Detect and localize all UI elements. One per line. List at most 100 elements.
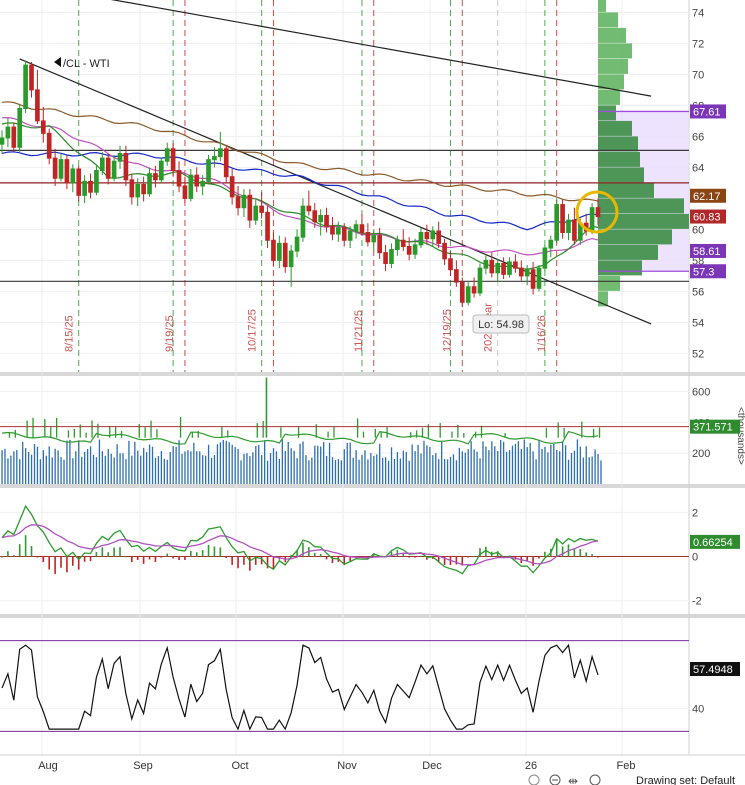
volume-bar — [544, 446, 546, 484]
candle-body — [300, 205, 306, 238]
volume-bar — [258, 444, 260, 484]
volume-bar-spike — [463, 433, 465, 438]
volume-bar — [417, 444, 419, 484]
volume-bar — [51, 457, 53, 484]
candle-body — [170, 148, 176, 172]
volume-bar — [582, 457, 584, 484]
macd-histogram-bar — [467, 556, 469, 558]
candle-body — [123, 152, 129, 181]
candle-body — [518, 267, 524, 277]
price-panel[interactable] — [0, 0, 689, 372]
volume-bar — [299, 443, 301, 484]
volume-bar — [323, 442, 325, 484]
volume-bar — [346, 442, 348, 484]
volume-bar — [570, 452, 573, 484]
volume-profile-bar — [598, 120, 632, 136]
macd-histogram-bar — [219, 547, 222, 557]
volume-bar-spike — [144, 427, 146, 438]
volume-bar — [249, 456, 251, 484]
volume-axis-tick: 200 — [692, 448, 710, 460]
indicator-value-tag: 371.571 — [693, 422, 733, 434]
volume-bar — [373, 455, 375, 484]
volume-bar — [488, 450, 490, 484]
volume-bar — [576, 439, 579, 484]
volume-bar — [210, 458, 213, 484]
price-tag: 67.61 — [693, 106, 721, 118]
volume-bar — [514, 443, 517, 484]
volume-bar — [228, 442, 230, 484]
volume-bar — [535, 459, 537, 484]
volume-bar — [541, 448, 543, 484]
volume-bar — [302, 441, 304, 484]
macd-histogram-bar — [190, 550, 192, 557]
volume-bar — [482, 441, 484, 484]
macd-histogram-bar — [7, 551, 9, 557]
panel-divider[interactable] — [0, 484, 745, 488]
price-tag: 62.17 — [693, 191, 721, 203]
volume-bar — [39, 459, 42, 484]
volume-axis-tick: 600 — [692, 386, 710, 398]
volume-bar — [408, 460, 410, 484]
candle-body — [318, 214, 323, 223]
macd-histogram-bar — [579, 548, 582, 557]
macd-histogram-bar — [184, 556, 186, 560]
volume-bar — [325, 455, 328, 484]
candle-body — [548, 239, 554, 249]
volume-bar — [393, 458, 396, 484]
volume-profile-bar — [598, 167, 644, 183]
volume-bar-spike — [32, 417, 34, 438]
price-axis-tick: 54 — [692, 317, 704, 329]
candle-body — [353, 224, 359, 232]
macd-panel[interactable] — [0, 488, 689, 614]
volume-bar — [467, 449, 469, 484]
volume-bar-spike — [545, 427, 548, 438]
volume-bar — [63, 459, 65, 484]
macd-histogram-bar — [95, 552, 98, 557]
macd-histogram-bar — [544, 551, 546, 557]
macd-histogram-bar — [455, 556, 458, 565]
volume-bar — [529, 442, 531, 484]
volume-bar — [284, 451, 286, 484]
pan-icon[interactable]: ⇹ — [568, 774, 578, 785]
volume-bar — [426, 445, 428, 484]
volume-bar — [240, 460, 242, 484]
candle-body — [495, 263, 501, 274]
macd-histogram-bar — [48, 556, 51, 570]
candle-body — [536, 267, 542, 289]
volume-bar — [429, 447, 431, 484]
volume-bar — [122, 453, 124, 484]
volume-bar-spike — [380, 432, 382, 438]
panel-divider[interactable] — [0, 614, 745, 618]
macd-histogram-bar — [119, 547, 121, 557]
macd-histogram-bar — [1, 556, 3, 558]
candle-body — [70, 168, 76, 184]
volume-bar — [175, 446, 177, 484]
volume-bar-spike — [265, 377, 268, 438]
volume-bar-spike — [138, 423, 140, 438]
month-label: Feb — [617, 760, 636, 772]
candle-body — [471, 286, 477, 294]
panel-divider[interactable] — [0, 372, 745, 376]
oscillator-panel[interactable] — [0, 618, 689, 754]
macd-histogram-bar — [66, 556, 68, 573]
candle-body — [35, 89, 40, 122]
candle-body — [442, 242, 447, 260]
volume-bar — [113, 457, 115, 484]
volume-bar — [293, 450, 295, 484]
macd-histogram-bar — [485, 546, 487, 557]
volume-bar — [125, 459, 127, 484]
volume-bar — [255, 446, 257, 484]
candle-body — [188, 174, 194, 199]
volume-bar-spike — [91, 420, 93, 438]
volume-bar — [10, 455, 12, 484]
candle-body — [82, 180, 87, 196]
volume-profile-bar — [598, 12, 618, 28]
candle-body — [377, 235, 382, 254]
symbol-label[interactable]: /CL - WTI — [63, 58, 110, 70]
drawing-set-label[interactable]: Drawing set: Default — [636, 775, 735, 785]
macd-histogram-bar — [172, 556, 174, 559]
volume-bar — [355, 450, 357, 484]
candle-body — [11, 126, 17, 148]
indicator-value-tag: 0.66254 — [693, 537, 733, 549]
volume-bar — [296, 458, 298, 484]
